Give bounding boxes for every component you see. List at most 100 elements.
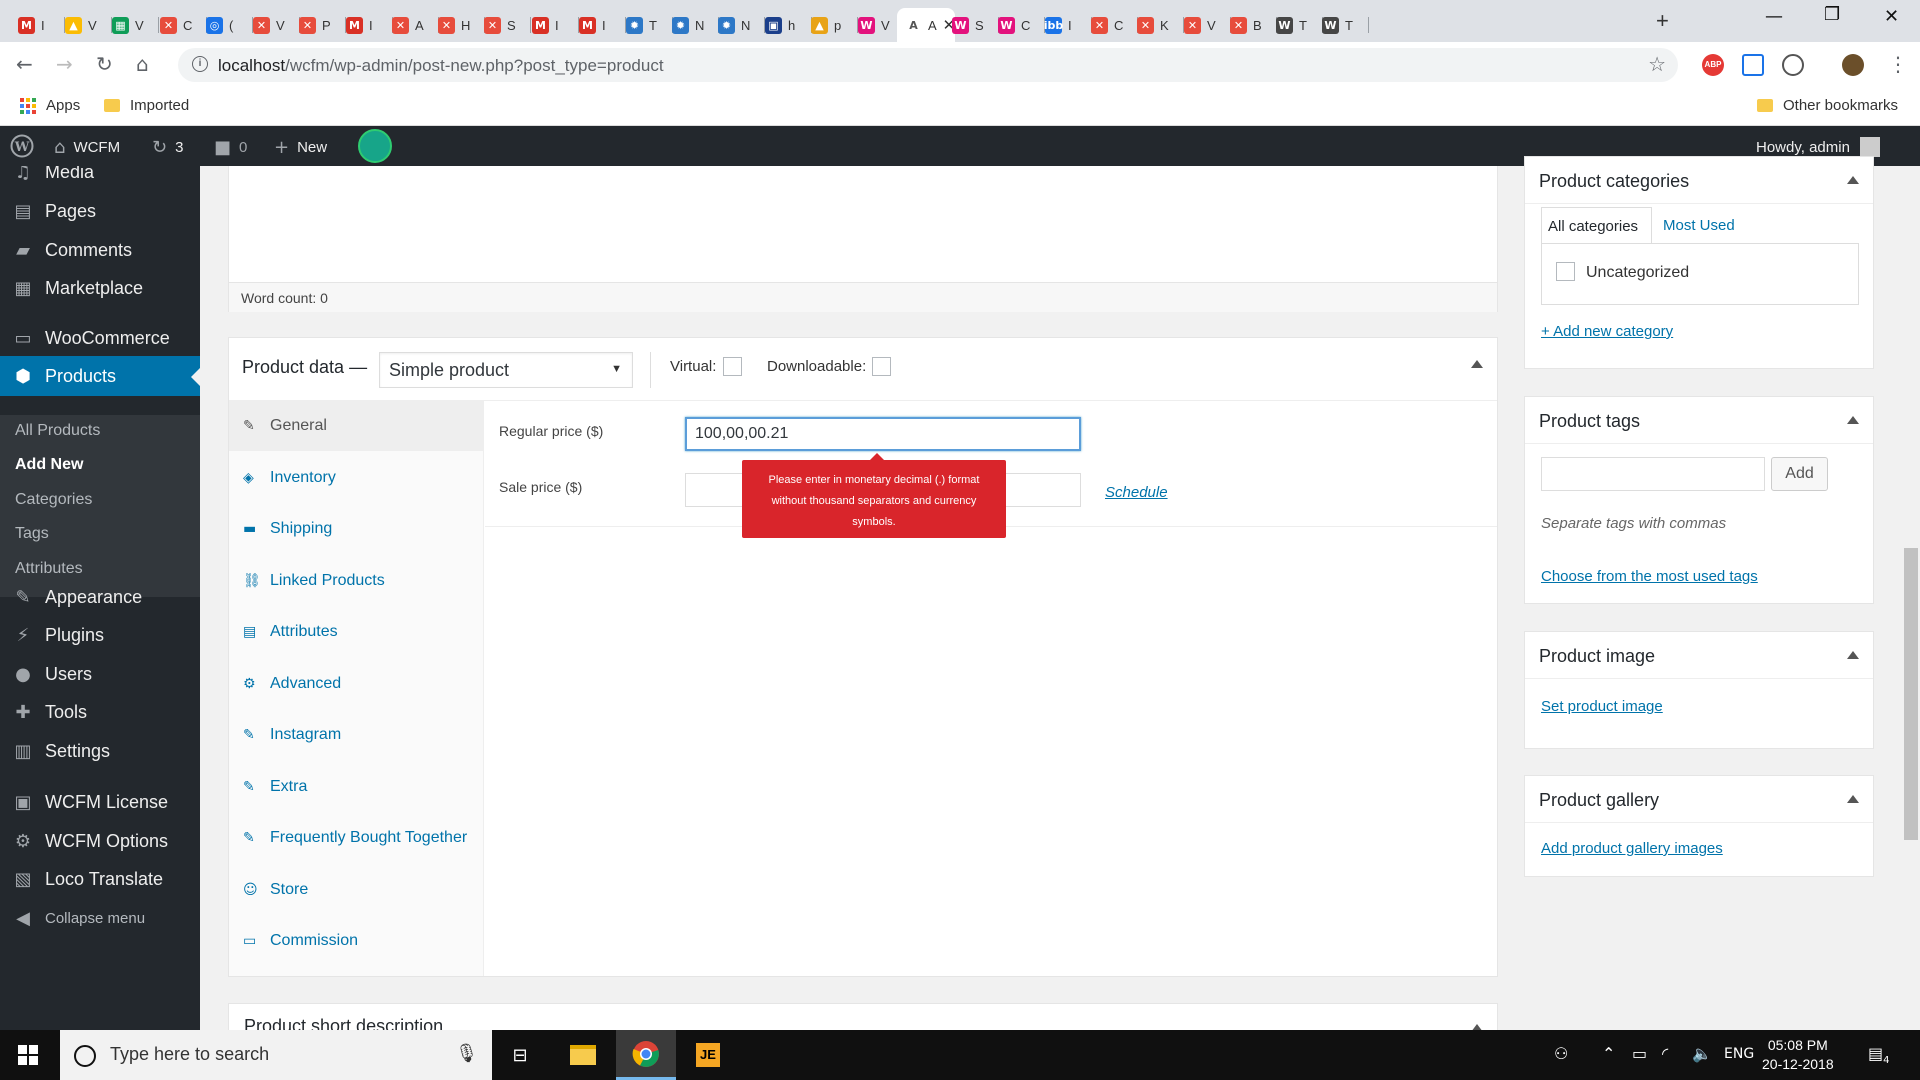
new-tab-button[interactable]: +: [1656, 8, 1669, 34]
battery-icon[interactable]: ▭: [1632, 1044, 1647, 1063]
home-icon[interactable]: ⌂: [136, 52, 149, 76]
admin-bar-account[interactable]: Howdy, admin: [1756, 137, 1880, 157]
jetbrains-icon[interactable]: JE: [678, 1030, 738, 1080]
downloadable-checkbox[interactable]: [872, 357, 891, 376]
reload-icon[interactable]: ↻: [96, 52, 113, 76]
file-explorer-icon[interactable]: [553, 1030, 613, 1080]
tab-general[interactable]: ✎ General: [229, 401, 484, 451]
chrome-taskbar-icon[interactable]: [616, 1030, 676, 1080]
address-bar[interactable]: i localhost/wcfm/wp-admin/post-new.php?p…: [178, 48, 1678, 82]
content-editor[interactable]: Word count: 0: [228, 166, 1498, 312]
tab-advanced[interactable]: ⚙ Advanced: [229, 659, 484, 709]
gear-icon: ✹: [718, 16, 735, 34]
schedule-link[interactable]: Schedule: [1105, 484, 1168, 501]
sidebar-item-plugins[interactable]: ⚡ Plugins: [0, 615, 200, 655]
collapse-arrow-icon[interactable]: [1471, 360, 1483, 368]
submenu-all-products[interactable]: All Products: [15, 422, 100, 440]
people-icon[interactable]: ⚇: [1554, 1044, 1568, 1063]
tab-all-categories[interactable]: All categories: [1541, 207, 1652, 243]
admin-bar-new[interactable]: + New: [274, 137, 327, 158]
submenu-categories[interactable]: Categories: [15, 491, 92, 509]
browser-tab[interactable]: ✕ S: [476, 8, 531, 42]
tab-attributes[interactable]: ▤ Attributes: [229, 607, 484, 657]
maximize-icon[interactable]: ❐: [1824, 4, 1840, 25]
tab-most-used[interactable]: Most Used: [1663, 217, 1735, 234]
screenshot-extension-icon[interactable]: [1742, 54, 1764, 76]
tags-input[interactable]: [1541, 457, 1765, 491]
tab-shipping[interactable]: ▬ Shipping: [229, 504, 484, 554]
minimize-icon[interactable]: —: [1765, 6, 1783, 27]
collapse-arrow-icon[interactable]: [1847, 795, 1859, 803]
sidebar-item-wcfm-options[interactable]: ⚙ WCFM Options: [0, 821, 200, 861]
sidebar-item-settings[interactable]: ▥ Settings: [0, 731, 200, 771]
sidebar-item-collapse-menu[interactable]: ◀ Collapse menu: [0, 898, 200, 938]
sidebar-item-wcfm-license[interactable]: ▣ WCFM License: [0, 782, 200, 822]
submenu-tags[interactable]: Tags: [15, 525, 49, 543]
chrome-menu-icon[interactable]: ⋮: [1888, 52, 1908, 76]
system-clock[interactable]: 05:08 PM 20-12-2018: [1762, 1036, 1834, 1074]
tab-extra[interactable]: ✎ Extra: [229, 762, 484, 812]
collapse-arrow-icon[interactable]: [1847, 416, 1859, 424]
virtual-checkbox[interactable]: [723, 357, 742, 376]
bookmark-apps[interactable]: Apps: [20, 97, 80, 114]
admin-bar-updates[interactable]: ↻ 3: [152, 137, 183, 158]
bookmark-other[interactable]: Other bookmarks: [1757, 97, 1898, 114]
browser-tab[interactable]: WT: [1314, 8, 1369, 42]
browser-tab[interactable]: ▦ V: [104, 8, 159, 42]
forward-arrow-icon[interactable]: →: [56, 52, 73, 76]
adblock-icon[interactable]: ABP: [1702, 54, 1724, 76]
sidebar-item-loco-translate[interactable]: ▧ Loco Translate: [0, 859, 200, 899]
submenu-add-new[interactable]: Add New: [15, 456, 83, 474]
taskbar-search[interactable]: Type here to search 🎙: [60, 1030, 492, 1080]
tab-linked-products[interactable]: ⛓ Linked Products: [229, 556, 484, 606]
choose-most-used-tags-link[interactable]: Choose from the most used tags: [1541, 568, 1758, 585]
collapse-arrow-icon[interactable]: [1847, 176, 1859, 184]
sidebar-item-users[interactable]: ● Users: [0, 654, 200, 694]
volume-icon[interactable]: 🔈: [1692, 1044, 1712, 1063]
tab-instagram[interactable]: ✎ Instagram: [229, 710, 484, 760]
extension-icon[interactable]: [1782, 54, 1804, 76]
sidebar-item-pages[interactable]: ▤ Pages: [0, 191, 200, 231]
admin-bar-site[interactable]: ⌂ WCFM: [54, 137, 120, 158]
add-gallery-images-link[interactable]: Add product gallery images: [1541, 840, 1723, 857]
add-new-category-link[interactable]: + Add new category: [1541, 323, 1673, 340]
tab-frequently-bought-together[interactable]: ✎ Frequently Bought Together: [229, 813, 484, 863]
wordpress-logo-icon[interactable]: W: [10, 134, 34, 158]
wcfm-icon: ✕: [1230, 16, 1247, 34]
sidebar-item-products[interactable]: ⬢ Products: [0, 356, 200, 396]
wcfm-store-icon[interactable]: [358, 129, 392, 163]
sidebar-item-tools[interactable]: ✚ Tools: [0, 692, 200, 732]
tab-inventory[interactable]: ◈ Inventory: [229, 453, 484, 503]
uncategorized-checkbox[interactable]: [1556, 262, 1575, 281]
notification-center-icon[interactable]: ▤4: [1868, 1044, 1890, 1066]
tray-chevron-icon[interactable]: ⌃: [1602, 1044, 1615, 1063]
submenu-attributes[interactable]: Attributes: [15, 560, 83, 578]
url-text[interactable]: localhost/wcfm/wp-admin/post-new.php?pos…: [218, 56, 664, 76]
bookmark-imported[interactable]: Imported: [104, 97, 189, 114]
back-arrow-icon[interactable]: ←: [16, 52, 33, 76]
collapse-arrow-icon[interactable]: [1847, 651, 1859, 659]
profile-avatar[interactable]: [1842, 54, 1864, 76]
add-tag-button[interactable]: Add: [1771, 457, 1828, 491]
sidebar-item-media[interactable]: ♫ Media: [0, 166, 200, 192]
close-window-icon[interactable]: ✕: [1884, 6, 1899, 27]
microphone-icon[interactable]: 🎙: [455, 1043, 478, 1064]
tab-commission[interactable]: ▭ Commission: [229, 916, 484, 966]
regular-price-input[interactable]: 100,00,00.21: [685, 417, 1081, 451]
product-type-select[interactable]: Simple product ▼: [379, 352, 633, 388]
sidebar-item-comments[interactable]: ▰ Comments: [0, 230, 200, 270]
sidebar-item-woocommerce[interactable]: ▭ WooCommerce: [0, 318, 200, 358]
language-indicator[interactable]: ENG: [1724, 1046, 1754, 1062]
bookmark-star-icon[interactable]: ☆: [1648, 52, 1666, 77]
sidebar-item-appearance[interactable]: ✎ Appearance: [0, 577, 200, 617]
scrollbar-thumb[interactable]: [1904, 548, 1918, 840]
wifi-icon[interactable]: ◜: [1662, 1044, 1668, 1063]
windows-start-icon[interactable]: [18, 1045, 38, 1068]
browser-tab-title: C: [1114, 17, 1124, 33]
set-product-image-link[interactable]: Set product image: [1541, 698, 1663, 715]
sidebar-item-marketplace[interactable]: ▦ Marketplace: [0, 268, 200, 308]
site-info-icon[interactable]: i: [192, 56, 208, 72]
task-view-icon[interactable]: ⊟: [490, 1030, 550, 1080]
admin-bar-comments[interactable]: ■ 0: [214, 137, 247, 158]
tab-store[interactable]: ☺ Store: [229, 865, 484, 915]
